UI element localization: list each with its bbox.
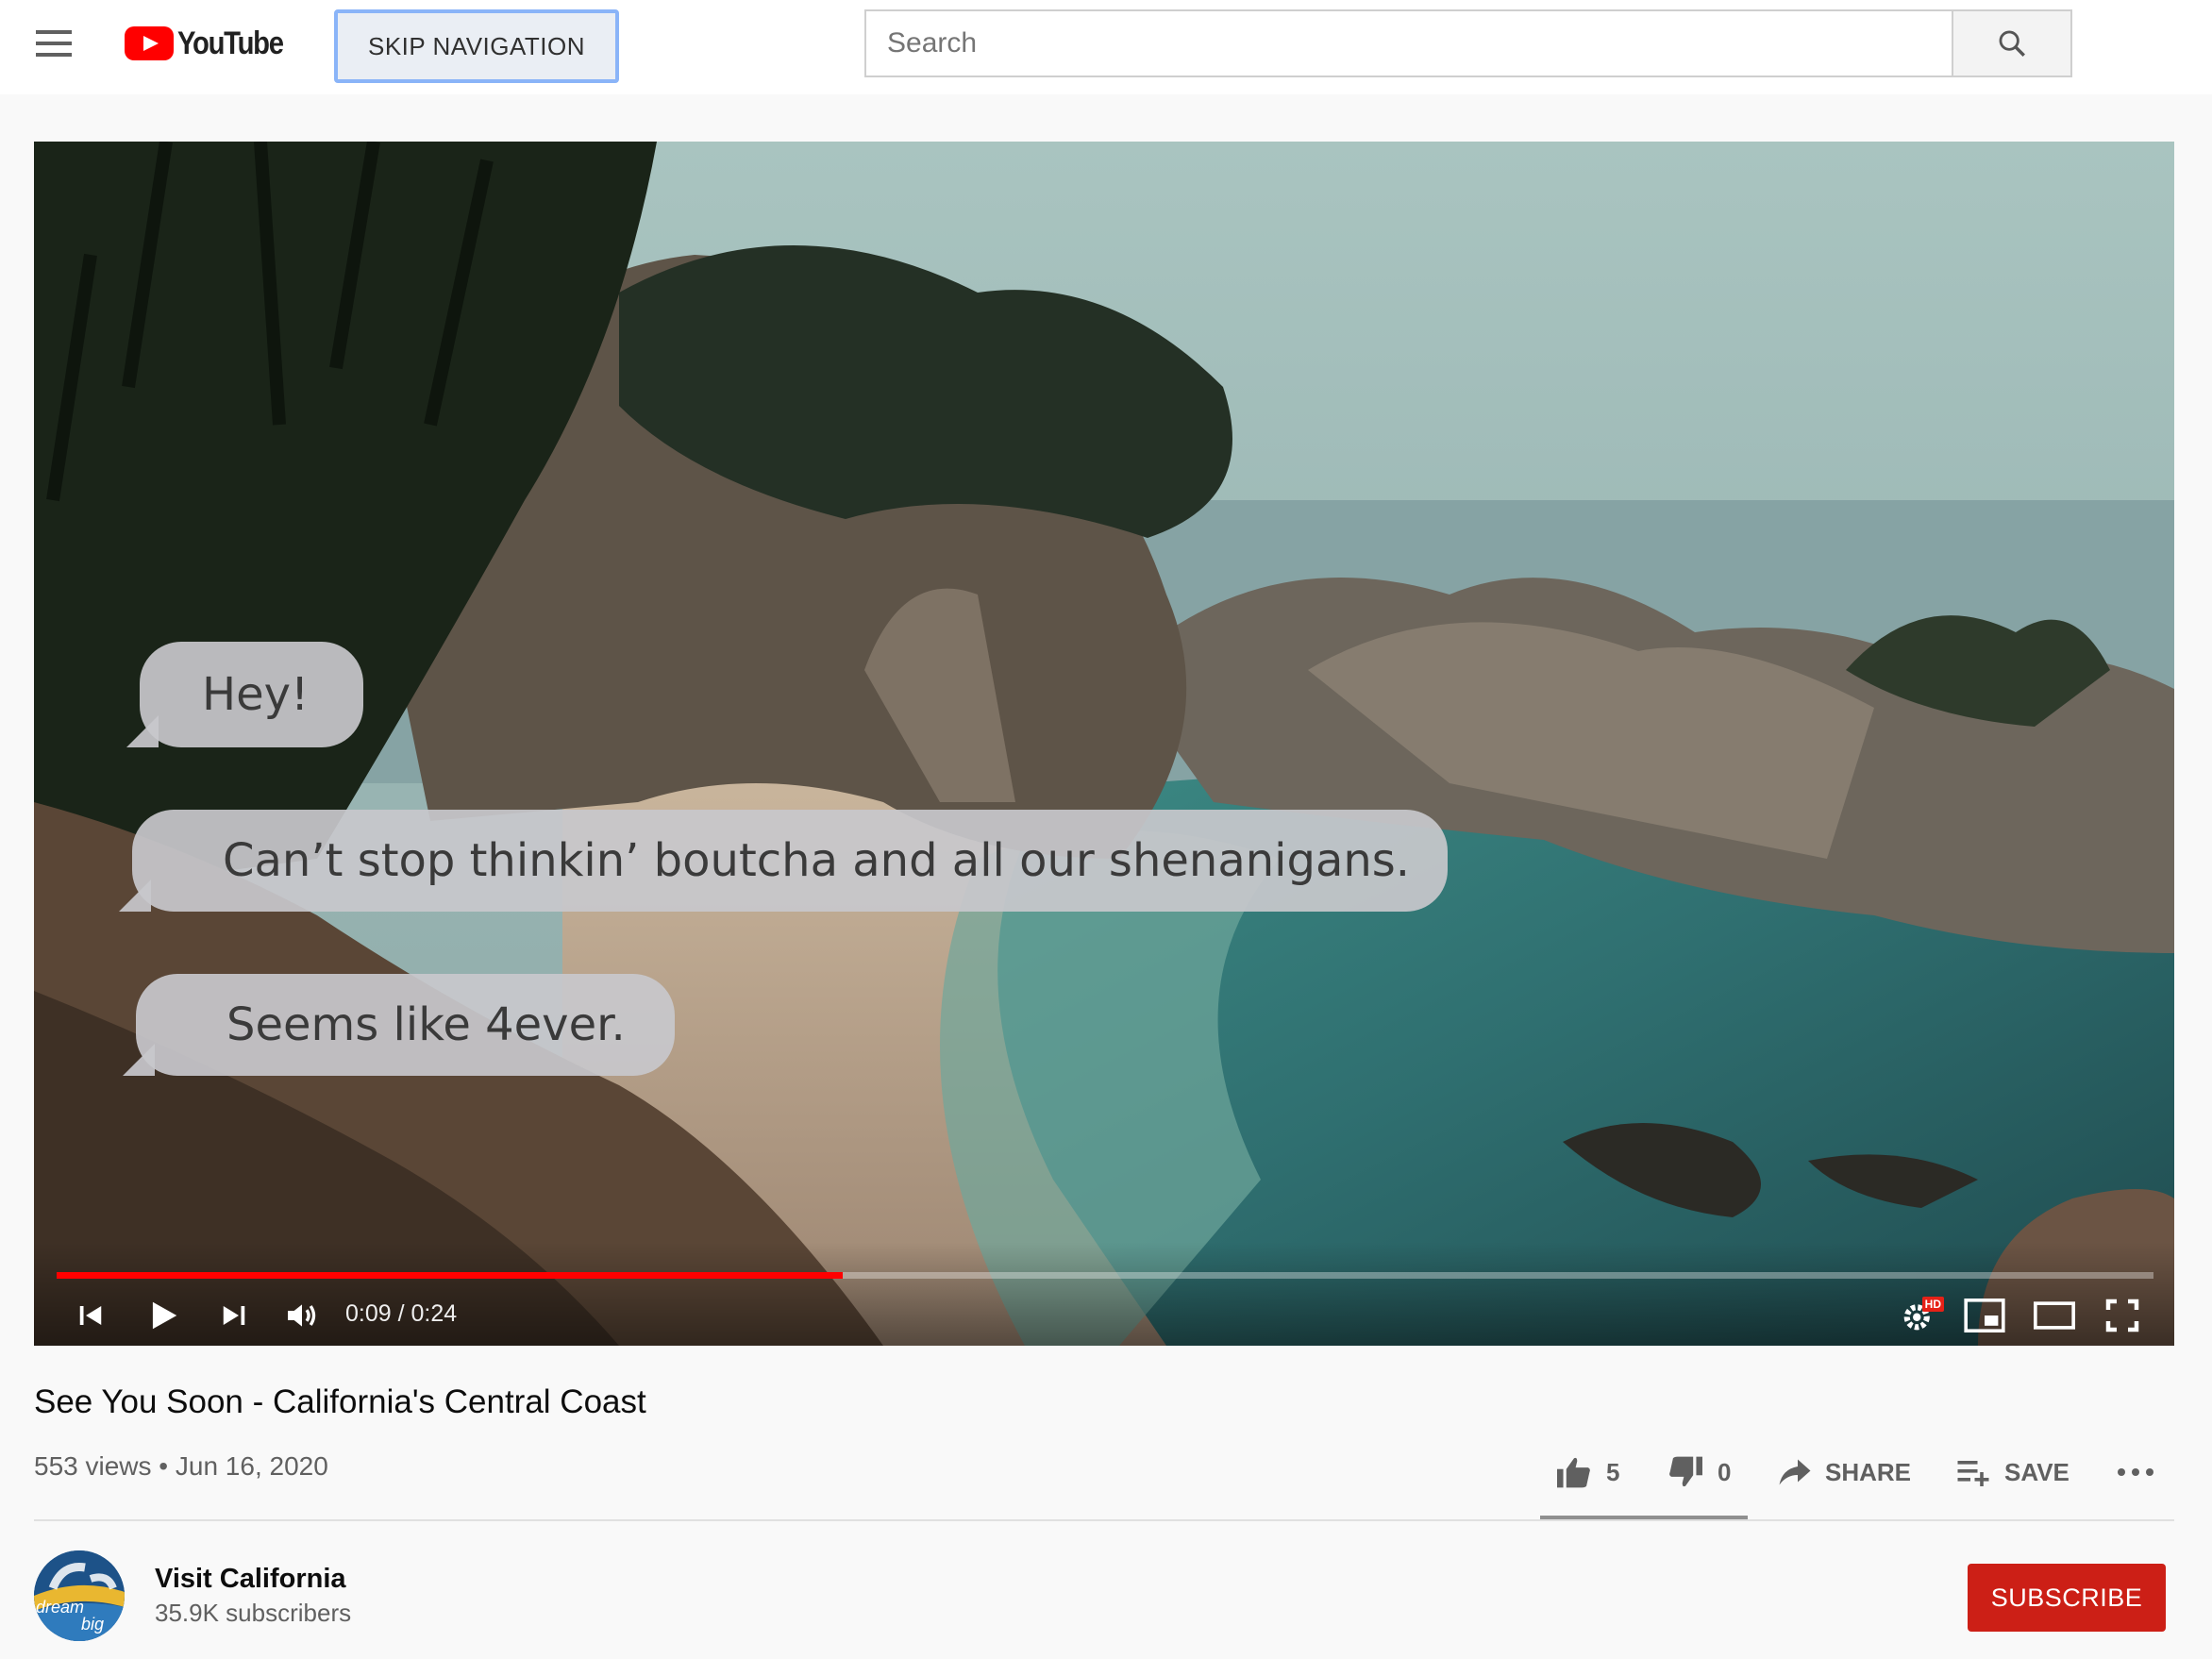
previous-icon [79,1306,102,1325]
video-player[interactable]: Hey! Can’t stop thinkin’ boutcha and all… [34,142,2174,1346]
settings-button[interactable]: HD [1895,1293,1944,1338]
next-icon [223,1306,245,1325]
theater-mode-button[interactable] [2029,1293,2080,1338]
play-button[interactable] [140,1293,187,1338]
like-button[interactable]: 5 [1555,1444,1619,1500]
caption-bubble: Can’t stop thinkin’ boutcha and all our … [118,810,1449,912]
caption-bubble: Seems like 4ever. [123,974,675,1076]
miniplayer-button[interactable] [1959,1293,2010,1338]
play-icon [152,1301,177,1330]
caption-text: Can’t stop thinkin’ boutcha and all our … [223,834,1411,887]
youtube-logo[interactable]: YouTube [125,25,300,62]
channel-logo [34,1550,125,1641]
volume-icon [288,1304,316,1327]
dislike-count: 0 [1718,1457,1732,1486]
share-label: SHARE [1825,1457,1912,1486]
more-actions-button[interactable] [2116,1444,2155,1500]
skip-navigation-button[interactable]: SKIP NAVIGATION [334,9,619,83]
menu-icon[interactable] [36,30,72,57]
save-label: SAVE [2004,1457,2070,1486]
previous-button[interactable] [72,1293,109,1338]
video-meta: 553 views • Jun 16, 2020 [34,1451,328,1481]
miniplayer-icon [1964,1299,2005,1332]
subscribe-button[interactable]: SUBSCRIBE [1968,1564,2166,1632]
search-icon [1999,30,2025,57]
subscriber-count: 35.9K subscribers [155,1599,352,1627]
thumbs-up-icon [1557,1457,1590,1488]
caption-bubble: Hey! [126,642,364,747]
theater-mode-icon [2034,1301,2075,1330]
channel-name[interactable]: Visit California [155,1564,346,1595]
caption-text: Seems like 4ever. [226,998,626,1051]
progress-bar[interactable] [57,1272,2153,1279]
save-button[interactable]: SAVE [1955,1444,2070,1500]
add-to-playlist-icon [1957,1461,1989,1486]
like-count: 5 [1606,1457,1620,1486]
search-bar [864,9,2072,77]
video-title: See You Soon - California's Central Coas… [34,1383,646,1420]
fullscreen-icon [2105,1299,2139,1332]
search-button[interactable] [1952,9,2072,77]
next-button[interactable] [215,1293,253,1338]
logo-text: YouTube [177,25,284,61]
caption-text: Hey! [202,668,310,721]
share-icon [1779,1459,1811,1485]
player-controls [34,1242,2174,1346]
channel-avatar[interactable]: dream big [34,1550,125,1641]
avatar-text-dream: dream [36,1598,85,1617]
youtube-logo-icon [125,26,174,60]
volume-button[interactable] [277,1293,327,1338]
search-input[interactable] [864,9,1952,77]
progress-played [57,1272,844,1279]
thumbs-down-icon [1669,1456,1702,1487]
fullscreen-button[interactable] [2099,1293,2146,1338]
hd-badge: HD [1921,1297,1944,1312]
more-icon [2118,1468,2153,1476]
avatar-text-big: big [81,1615,105,1634]
dislike-button[interactable]: 0 [1667,1444,1731,1500]
video-frame [34,142,2174,1346]
time-display: 0:09 / 0:24 [345,1300,458,1327]
share-button[interactable]: SHARE [1778,1444,1911,1500]
divider [34,1519,2174,1521]
masthead: YouTube SKIP NAVIGATION [0,0,2212,94]
